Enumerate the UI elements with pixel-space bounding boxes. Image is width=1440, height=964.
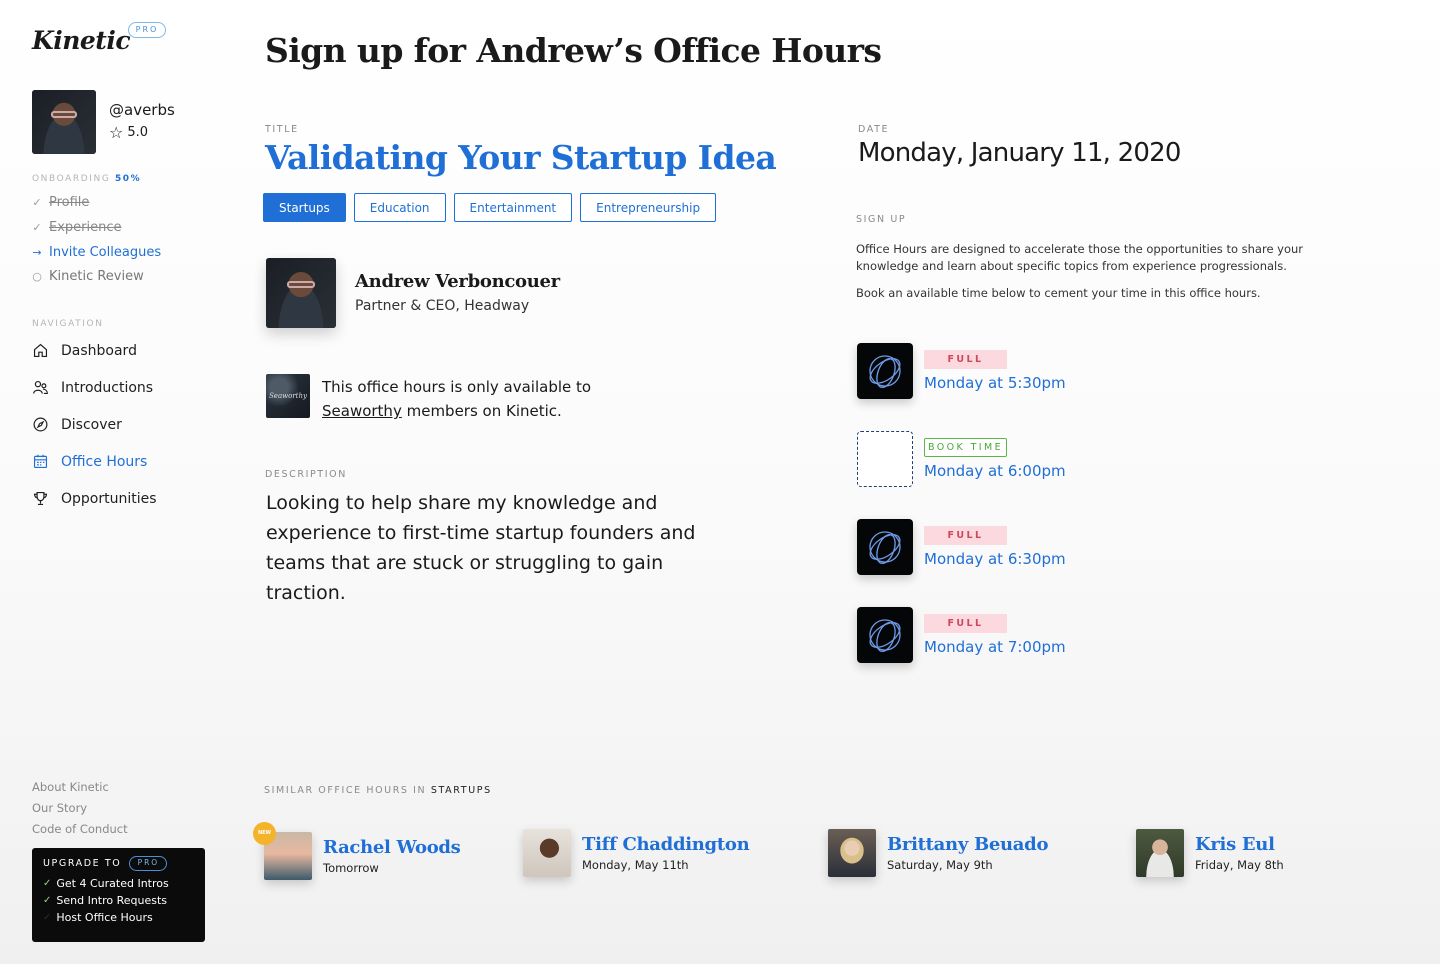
page-title: Sign up for Andrew’s Office Hours — [265, 31, 882, 70]
similar-date: Monday, May 11th — [582, 858, 689, 872]
similar-avatar — [523, 829, 571, 877]
new-badge: NEW — [253, 822, 276, 845]
similar-office-hours-card[interactable]: Brittany Beuado Saturday, May 9th — [828, 829, 1048, 877]
calendar-icon — [33, 454, 48, 469]
signup-instructions: Book an available time below to cement y… — [856, 286, 1261, 300]
description-text: Looking to help share my knowledge and e… — [266, 492, 696, 604]
about-kinetic-link[interactable]: About Kinetic — [32, 780, 109, 794]
home-icon — [33, 343, 48, 358]
time-slot[interactable]: FULL Monday at 7:00pm — [857, 607, 1066, 663]
empty-slot-placeholder[interactable] — [857, 431, 913, 487]
time-slot[interactable]: FULL Monday at 5:30pm — [857, 343, 1066, 399]
similar-date: Tomorrow — [323, 861, 379, 875]
host-role: Partner & CEO, Headway — [355, 298, 530, 314]
check-icon: ✓ — [43, 895, 52, 906]
circle-icon: ○ — [32, 270, 42, 283]
people-icon — [33, 380, 48, 395]
onboarding-item-profile[interactable]: ✓ Profile — [32, 195, 89, 210]
compass-icon — [33, 417, 48, 432]
check-icon: ✓ — [43, 878, 52, 889]
onboarding-item-experience[interactable]: ✓ Experience — [32, 220, 121, 235]
tag-entrepreneurship[interactable]: Entrepreneurship — [580, 193, 717, 222]
slot-time[interactable]: Monday at 5:30pm — [924, 374, 1066, 392]
onboarding-label: ONBOARDING 50% — [32, 174, 142, 184]
trophy-icon — [33, 491, 48, 506]
nav-dashboard[interactable]: Dashboard — [32, 342, 137, 359]
onboarding-percent: 50% — [114, 174, 142, 184]
availability-notice: This office hours is only available to S… — [322, 378, 592, 420]
full-badge: FULL — [924, 614, 1007, 633]
onboarding-item-invite-colleagues[interactable]: → Invite Colleagues — [32, 245, 161, 260]
tag-education[interactable]: Education — [353, 193, 446, 222]
seaworthy-logo[interactable]: Seaworthy — [266, 374, 310, 418]
pro-badge: PRO — [128, 22, 166, 38]
similar-date: Friday, May 8th — [1195, 858, 1284, 872]
navigation-label: NAVIGATION — [32, 319, 104, 329]
tag-list: Startups Education Entertainment Entrepr… — [263, 193, 717, 222]
similar-avatar — [828, 829, 876, 877]
host-name[interactable]: Andrew Verboncouer — [355, 271, 560, 292]
slot-time[interactable]: Monday at 6:30pm — [924, 550, 1066, 568]
rating-value: 5.0 — [127, 125, 149, 140]
similar-label: SIMILAR OFFICE HOURS IN STARTUPS — [264, 785, 492, 796]
date-label: DATE — [858, 124, 890, 135]
code-of-conduct-link[interactable]: Code of Conduct — [32, 822, 128, 836]
similar-name[interactable]: Brittany Beuado — [887, 834, 1048, 855]
orbit-icon — [857, 343, 913, 399]
orbit-icon — [857, 519, 913, 575]
check-icon: ✓ — [32, 196, 42, 209]
user-rating: ☆ 5.0 — [109, 122, 149, 142]
full-badge: FULL — [924, 350, 1007, 369]
onboarding-item-kinetic-review[interactable]: ○ Kinetic Review — [32, 269, 144, 284]
description-label: DESCRIPTION — [265, 469, 347, 480]
slot-time[interactable]: Monday at 7:00pm — [924, 638, 1066, 656]
nav-discover[interactable]: Discover — [32, 416, 122, 433]
office-hours-title: Validating Your Startup Idea — [265, 138, 777, 177]
full-badge: FULL — [924, 526, 1007, 545]
seaworthy-link[interactable]: Seaworthy — [322, 402, 402, 420]
nav-introductions[interactable]: Introductions — [32, 379, 153, 396]
similar-category: STARTUPS — [430, 785, 492, 796]
user-avatar[interactable] — [32, 90, 96, 154]
tag-startups[interactable]: Startups — [263, 193, 346, 222]
book-time-badge[interactable]: BOOK TIME — [924, 438, 1007, 457]
signup-description: Office Hours are designed to accelerate … — [856, 242, 1304, 273]
time-slot[interactable]: BOOK TIME Monday at 6:00pm — [857, 431, 1066, 487]
similar-name[interactable]: Rachel Woods — [323, 837, 461, 858]
upgrade-item: ✓ Get 4 Curated Intros — [43, 877, 169, 890]
check-icon: ✓ — [43, 912, 52, 923]
similar-avatar — [1136, 829, 1184, 877]
check-icon: ✓ — [32, 221, 42, 234]
our-story-link[interactable]: Our Story — [32, 801, 87, 815]
similar-office-hours-card[interactable]: Kris Eul Friday, May 8th — [1136, 829, 1284, 877]
similar-office-hours-card[interactable]: Rachel Woods Tomorrow — [264, 832, 461, 880]
kinetic-logo[interactable]: Kinetic — [32, 26, 131, 55]
similar-date: Saturday, May 9th — [887, 858, 993, 872]
upgrade-item: ✓ Host Office Hours — [43, 911, 153, 924]
upgrade-label: UPGRADE TO — [43, 858, 122, 869]
nav-opportunities[interactable]: Opportunities — [32, 490, 157, 507]
signup-label: SIGN UP — [856, 214, 907, 225]
upgrade-card[interactable]: UPGRADE TO PRO ✓ Get 4 Curated Intros ✓ Se… — [32, 848, 205, 942]
user-handle: @averbs — [109, 101, 175, 119]
tag-entertainment[interactable]: Entertainment — [453, 193, 573, 222]
time-slot[interactable]: FULL Monday at 6:30pm — [857, 519, 1066, 575]
title-label: TITLE — [265, 124, 299, 135]
similar-name[interactable]: Tiff Chaddington — [582, 834, 750, 855]
star-icon: ☆ — [109, 122, 124, 142]
similar-name[interactable]: Kris Eul — [1195, 834, 1284, 855]
orbit-icon — [857, 607, 913, 663]
upgrade-item: ✓ Send Intro Requests — [43, 894, 168, 907]
similar-office-hours-card[interactable]: Tiff Chaddington Monday, May 11th — [523, 829, 750, 877]
arrow-right-icon: → — [32, 246, 42, 259]
date-value: Monday, January 11, 2020 — [858, 138, 1181, 168]
slot-time[interactable]: Monday at 6:00pm — [924, 462, 1066, 480]
upgrade-pro-badge: PRO — [129, 856, 168, 871]
host-avatar[interactable] — [266, 258, 336, 328]
nav-office-hours[interactable]: Office Hours — [32, 453, 147, 470]
